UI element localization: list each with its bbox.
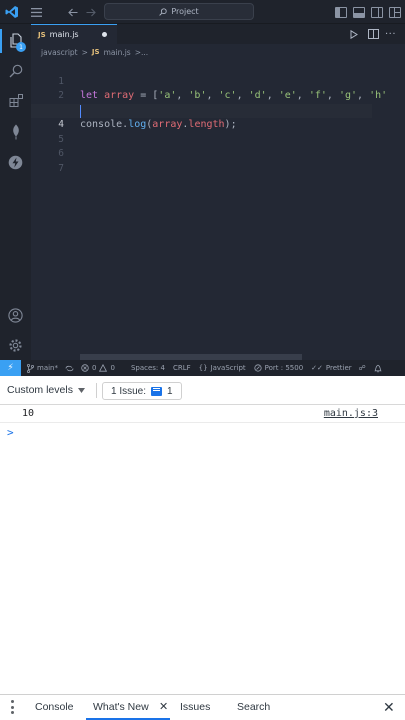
prettier-label: Prettier (325, 364, 352, 372)
mongodb-leaf-icon[interactable] (0, 117, 31, 147)
status-bar: ⚡ main* 0 0 Spaces: 4 CRLF {} JavaScript… (0, 360, 405, 376)
braces-icon: {} (198, 364, 208, 372)
sync-icon[interactable] (65, 365, 74, 372)
account-icon[interactable] (0, 300, 31, 330)
branch-label: main* (37, 364, 58, 372)
dropdown-triangle-icon (77, 387, 85, 393)
toggle-panel-icon[interactable] (353, 6, 365, 18)
javascript-file-icon: JS (91, 48, 100, 56)
kebab-menu-icon[interactable] (11, 700, 14, 714)
title-bar: Project (0, 0, 405, 24)
warning-count: 0 (110, 364, 115, 372)
double-check-icon: ✓✓ (311, 364, 323, 372)
warning-icon (99, 364, 108, 372)
status-eol[interactable]: CRLF (173, 364, 191, 372)
breadcrumb-folder[interactable]: javascript (41, 48, 78, 57)
toggle-secondary-sidebar-icon[interactable] (371, 6, 383, 18)
vscode-logo-icon (3, 0, 21, 24)
language-label: JavaScript (210, 364, 246, 372)
tab-console[interactable]: Console (35, 695, 74, 720)
thunder-client-icon[interactable] (0, 147, 31, 177)
explorer-badge: 1 (16, 42, 26, 52)
error-count: 0 (92, 364, 97, 372)
run-code-icon[interactable] (350, 24, 358, 44)
code-line-current[interactable]: 4 (31, 103, 372, 130)
issues-button[interactable]: 1 Issue: 1 (102, 382, 182, 400)
code-line[interactable]: 1 let array = ['a', 'b', 'c', 'd', 'e', … (31, 60, 405, 102)
git-branch-icon (27, 363, 34, 373)
code-line[interactable]: 2 (31, 75, 405, 101)
console-prompt[interactable]: > (7, 426, 14, 439)
issues-label: 1 Issue: (111, 385, 147, 397)
command-center-search[interactable]: Project (104, 3, 254, 20)
customize-layout-icon[interactable] (389, 6, 401, 18)
line-number: 7 (58, 162, 64, 174)
tab-whats-new[interactable]: What's New (93, 695, 149, 720)
code-line[interactable]: 3 console.log(array.length); (31, 89, 405, 131)
code-line[interactable]: 6 (31, 133, 405, 159)
split-editor-icon[interactable] (368, 29, 379, 39)
toggle-sidebar-icon[interactable] (335, 6, 347, 18)
status-live-server[interactable]: Port : 5500 (254, 364, 304, 372)
activity-bar: 1 (0, 24, 31, 360)
text-cursor (80, 104, 81, 118)
javascript-file-icon: JS (38, 30, 46, 39)
close-tab-icon[interactable]: ✕ (159, 695, 168, 720)
status-language[interactable]: {} JavaScript (199, 364, 246, 372)
tab-label: main.js (49, 30, 79, 39)
search-view-icon[interactable] (0, 56, 31, 86)
back-arrow-icon[interactable] (64, 0, 82, 24)
notifications-bell-icon[interactable] (374, 364, 382, 373)
code-editor[interactable]: 1 let array = ['a', 'b', 'c', 'd', 'e', … (31, 58, 405, 348)
remote-indicator-icon[interactable]: ⚡ (0, 360, 21, 376)
log-levels-dropdown[interactable]: Custom levels (7, 384, 85, 396)
console-message: 10 main.js:3 (0, 405, 405, 423)
message-icon (151, 386, 163, 396)
toolbar-divider (96, 383, 97, 398)
drawer-tab-bar: Console What's New ✕ Issues Search ✕ (0, 694, 405, 720)
feedback-icon[interactable]: ☍ (359, 364, 366, 372)
status-prettier[interactable]: ✓✓ Prettier (311, 364, 351, 372)
forward-arrow-icon[interactable] (82, 0, 100, 24)
more-actions-icon[interactable]: ··· (385, 24, 396, 44)
status-problems[interactable]: 0 0 (81, 364, 115, 372)
search-icon (159, 7, 167, 16)
error-icon (81, 364, 89, 372)
breadcrumb-separator: > (81, 47, 88, 57)
vscode-window: Project 1 JS main.js ··· javascript > JS… (0, 0, 405, 376)
hamburger-menu-icon[interactable] (27, 0, 45, 24)
editor-tab-bar: JS main.js ··· (31, 24, 405, 44)
search-label: Project (171, 7, 199, 16)
devtools-console-panel: Custom levels 1 Issue: 1 10 main.js:3 > … (0, 376, 405, 720)
extensions-icon[interactable] (0, 86, 31, 116)
code-line[interactable]: 5 (31, 118, 405, 145)
tab-main-js[interactable]: JS main.js (31, 24, 117, 44)
code-line[interactable]: 7 (31, 147, 405, 174)
explorer-icon[interactable]: 1 (0, 26, 31, 56)
unsaved-dot-icon[interactable] (102, 32, 107, 37)
issues-count: 1 (167, 385, 173, 397)
close-drawer-icon[interactable]: ✕ (383, 695, 395, 720)
tab-search[interactable]: Search (237, 695, 270, 720)
breadcrumb-more[interactable]: >... (135, 48, 148, 57)
status-indentation[interactable]: Spaces: 4 (131, 364, 165, 372)
layout-controls (335, 0, 401, 24)
broadcast-icon (254, 364, 262, 372)
console-toolbar: Custom levels 1 Issue: 1 (0, 376, 405, 405)
log-source-link[interactable]: main.js:3 (324, 408, 378, 419)
log-value: 10 (22, 408, 35, 419)
tab-issues[interactable]: Issues (180, 695, 210, 720)
status-branch[interactable]: main* (27, 363, 58, 373)
breadcrumb-file[interactable]: main.js (104, 48, 131, 57)
breadcrumb: javascript > JS main.js >... (41, 46, 148, 58)
gear-icon[interactable] (0, 330, 31, 360)
port-label: Port : 5500 (264, 364, 304, 372)
levels-label: Custom levels (7, 384, 73, 396)
